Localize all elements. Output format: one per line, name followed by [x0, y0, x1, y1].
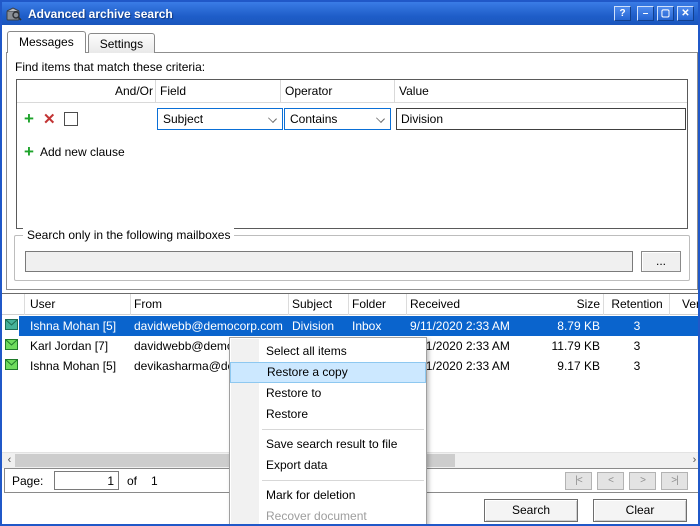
- col-user[interactable]: User: [30, 297, 130, 311]
- col-field: Field: [160, 84, 186, 98]
- col-value: Value: [399, 84, 429, 98]
- col-retention[interactable]: Retention: [606, 297, 668, 311]
- last-page-button[interactable]: >|: [661, 472, 688, 490]
- chevron-down-icon: [268, 114, 277, 123]
- criteria-builder: And/Or Field Operator Value + ✕ Subject …: [16, 79, 688, 229]
- page-total: 1: [151, 474, 158, 488]
- menu-item-select-all[interactable]: Select all items: [230, 341, 426, 362]
- menu-item-restore-a-copy[interactable]: Restore a copy: [230, 362, 426, 383]
- tab-messages[interactable]: Messages: [7, 31, 86, 53]
- criteria-row: + ✕ Subject Contains: [17, 108, 687, 132]
- plus-icon: +: [24, 142, 34, 162]
- table-row[interactable]: Ishna Mohan [5] davidwebb@democorp.com D…: [2, 316, 700, 336]
- context-menu: Select all items Restore a copy Restore …: [229, 337, 427, 526]
- col-subject[interactable]: Subject: [292, 297, 349, 311]
- mailbox-input[interactable]: [25, 251, 633, 272]
- page-of-label: of: [127, 474, 137, 488]
- tab-strip: Messages Settings: [7, 31, 157, 53]
- minimize-icon[interactable]: –: [637, 6, 654, 21]
- chevron-down-icon: [376, 114, 385, 123]
- close-icon[interactable]: ✕: [677, 6, 694, 21]
- page-number-input[interactable]: [54, 471, 119, 490]
- window-title: Advanced archive search: [28, 7, 173, 21]
- field-select-value: Subject: [163, 112, 203, 126]
- messages-tab-page: Find items that match these criteria: An…: [6, 52, 698, 290]
- operator-select-value: Contains: [290, 112, 337, 126]
- search-button[interactable]: Search: [484, 499, 578, 522]
- col-size[interactable]: Size: [502, 297, 600, 311]
- col-operator: Operator: [285, 84, 332, 98]
- advanced-archive-search-window: Advanced archive search ? – ▢ ✕ Messages…: [0, 0, 700, 526]
- mail-icon: [5, 319, 18, 330]
- col-andor: And/Or: [105, 84, 153, 98]
- menu-item-restore-to[interactable]: Restore to: [230, 383, 426, 404]
- add-new-clause-link[interactable]: + Add new clause: [24, 142, 125, 162]
- operator-select[interactable]: Contains: [284, 108, 391, 130]
- mailbox-groupbox: Search only in the following mailboxes .…: [14, 235, 690, 281]
- criteria-heading: Find items that match these criteria:: [15, 60, 205, 74]
- menu-item-restore[interactable]: Restore: [230, 404, 426, 425]
- value-input[interactable]: [396, 108, 686, 130]
- col-folder[interactable]: Folder: [352, 297, 407, 311]
- menu-item-mark-for-deletion[interactable]: Mark for deletion: [230, 485, 426, 506]
- help-icon[interactable]: ?: [614, 6, 631, 21]
- col-from[interactable]: From: [134, 297, 288, 311]
- mail-icon: [5, 359, 18, 370]
- app-icon: [6, 7, 22, 21]
- col-version[interactable]: Ver: [672, 297, 700, 311]
- prev-page-button[interactable]: <: [597, 472, 624, 490]
- page-label: Page:: [12, 474, 43, 488]
- scroll-right-icon[interactable]: ›: [687, 453, 700, 468]
- mailbox-group-legend: Search only in the following mailboxes: [23, 228, 234, 242]
- titlebar: Advanced archive search ? – ▢ ✕: [2, 2, 698, 25]
- criteria-header-row: And/Or Field Operator Value: [17, 80, 687, 103]
- results-header: User From Subject Folder Received Size R…: [2, 294, 700, 315]
- menu-item-recover-document: Recover document: [230, 506, 426, 526]
- field-select[interactable]: Subject: [157, 108, 283, 130]
- delete-clause-icon[interactable]: ✕: [43, 110, 56, 130]
- clear-button[interactable]: Clear: [593, 499, 687, 522]
- clause-checkbox[interactable]: [64, 112, 78, 126]
- add-clause-icon[interactable]: +: [24, 109, 34, 129]
- next-page-button[interactable]: >: [629, 472, 656, 490]
- first-page-button[interactable]: |<: [565, 472, 592, 490]
- menu-separator: [262, 480, 424, 481]
- menu-separator: [262, 429, 424, 430]
- add-new-clause-label: Add new clause: [40, 145, 125, 159]
- menu-item-save-search-result[interactable]: Save search result to file: [230, 434, 426, 455]
- browse-mailboxes-button[interactable]: ...: [641, 251, 681, 272]
- mail-icon: [5, 339, 18, 350]
- menu-item-export-data[interactable]: Export data: [230, 455, 426, 476]
- maximize-icon[interactable]: ▢: [657, 6, 674, 21]
- tab-settings[interactable]: Settings: [88, 33, 155, 53]
